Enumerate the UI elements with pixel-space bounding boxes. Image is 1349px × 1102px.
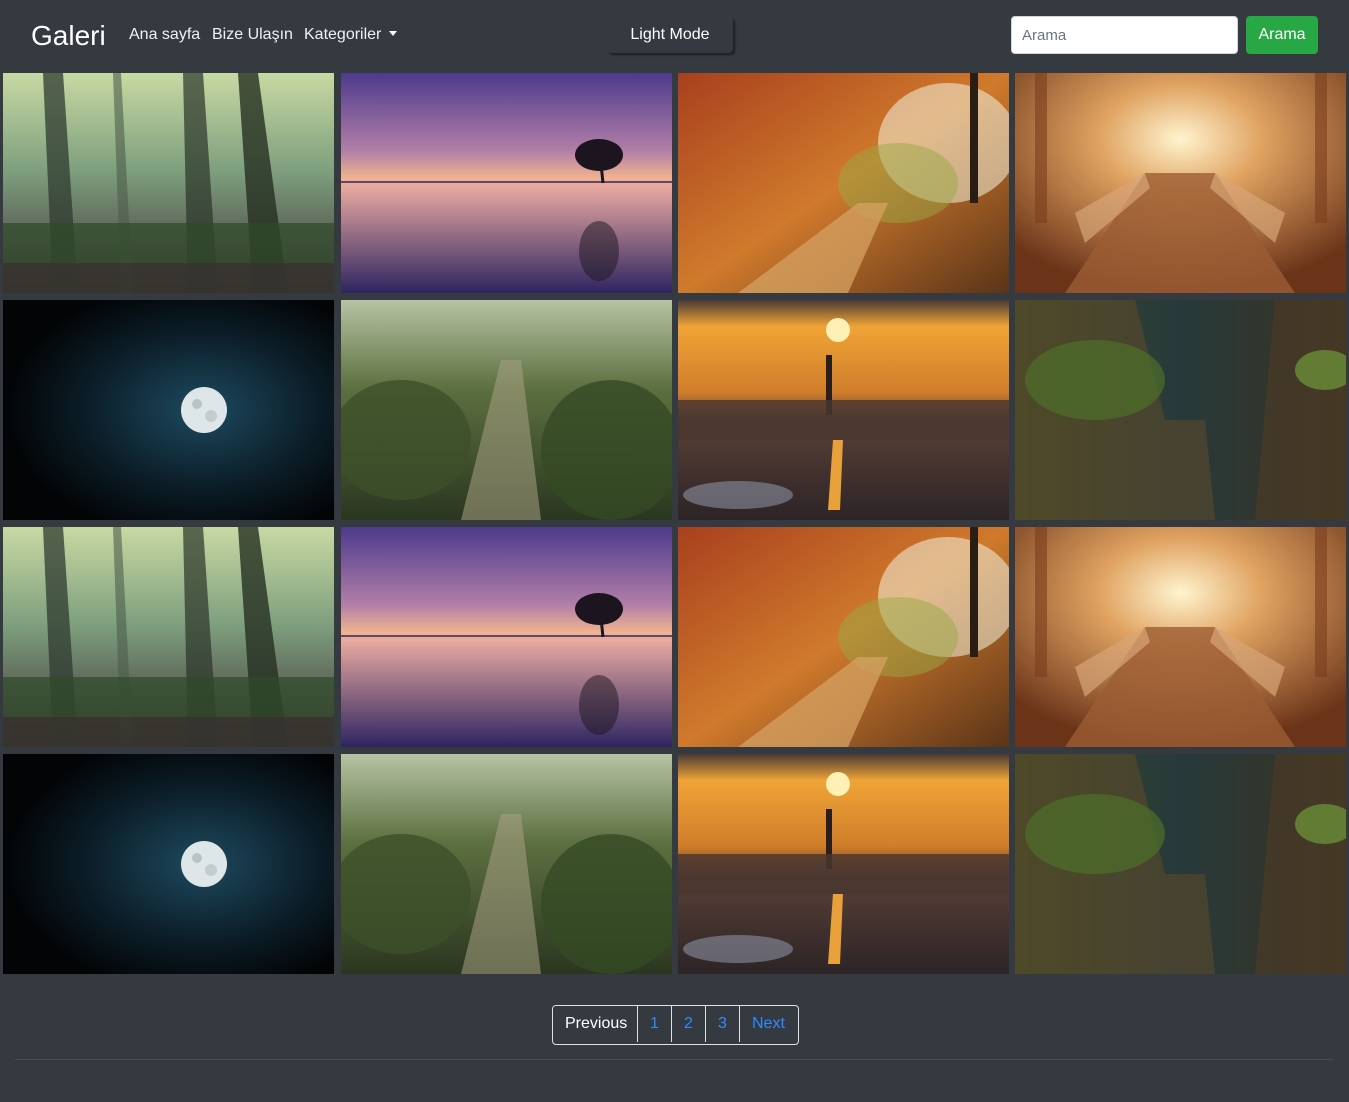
light-mode-button[interactable]: Light Mode	[607, 17, 733, 53]
pagination-page-3[interactable]: 3	[705, 1006, 739, 1042]
pagination-page-1[interactable]: 1	[637, 1006, 671, 1042]
gallery-image-city-sunset[interactable]	[678, 754, 1009, 974]
gallery-image-autumn-path[interactable]	[678, 527, 1009, 747]
gallery-image-golden-bridge[interactable]	[1015, 73, 1346, 293]
gallery-image-jungle-path[interactable]	[341, 754, 672, 974]
gallery-image-purple-lake[interactable]	[341, 527, 672, 747]
gallery-image-purple-lake[interactable]	[341, 73, 672, 293]
pagination-next[interactable]: Next	[739, 1006, 798, 1042]
gallery-image-green-canyon[interactable]	[1015, 300, 1346, 520]
pagination: Previous 1 2 3 Next	[552, 1005, 799, 1045]
nav-link-home[interactable]: Ana sayfa	[129, 25, 200, 45]
gallery-image-full-moon[interactable]	[3, 300, 334, 520]
gallery-image-autumn-path[interactable]	[678, 73, 1009, 293]
gallery-image-golden-bridge[interactable]	[1015, 527, 1346, 747]
gallery-image-misty-forest[interactable]	[3, 73, 334, 293]
gallery-image-jungle-path[interactable]	[341, 300, 672, 520]
search-input[interactable]	[1011, 16, 1238, 54]
footer-divider	[15, 1059, 1334, 1060]
gallery-image-full-moon[interactable]	[3, 754, 334, 974]
navbar: Galeri Ana sayfa Bize Ulaşın Kategoriler…	[0, 0, 1349, 70]
caret-down-icon	[389, 31, 398, 36]
nav-link-contact[interactable]: Bize Ulaşın	[212, 25, 293, 45]
nav-dropdown-label: Kategoriler	[304, 26, 382, 43]
pagination-page-2[interactable]: 2	[671, 1006, 705, 1042]
brand-logo[interactable]: Galeri	[31, 18, 106, 54]
gallery-image-city-sunset[interactable]	[678, 300, 1009, 520]
nav-dropdown-categories[interactable]: Kategoriler	[304, 25, 398, 45]
gallery-image-misty-forest[interactable]	[3, 527, 334, 747]
search-button[interactable]: Arama	[1246, 16, 1318, 54]
image-gallery	[3, 73, 1346, 974]
gallery-image-green-canyon[interactable]	[1015, 754, 1346, 974]
pagination-previous[interactable]: Previous	[553, 1006, 637, 1042]
